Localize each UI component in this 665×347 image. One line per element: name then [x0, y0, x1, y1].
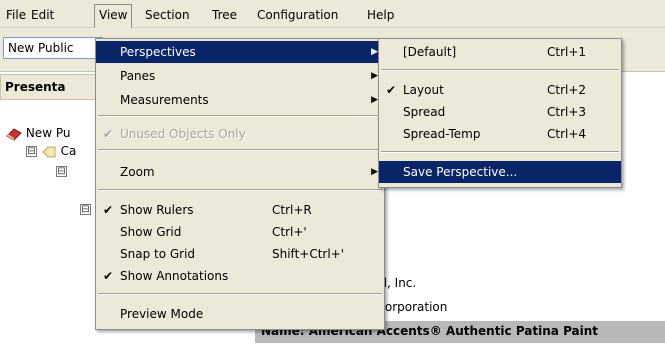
menu-item-show-rulers[interactable]: ✔ Show Rulers Ctrl+R: [96, 199, 384, 221]
tree-row-sub[interactable]: ⊟: [56, 162, 67, 180]
menu-item-spread[interactable]: Spread Ctrl+3: [379, 101, 621, 123]
menu-edit[interactable]: Edit: [27, 6, 58, 24]
menu-item-show-annotations[interactable]: ✔ Show Annotations: [96, 265, 384, 287]
check-icon: ✔: [386, 83, 397, 97]
submenu-arrow-icon: ▶: [371, 47, 378, 57]
menu-item-panes[interactable]: Panes ▶: [96, 65, 384, 87]
check-icon: ✔: [103, 269, 114, 283]
menu-item-layout[interactable]: ✔ Layout Ctrl+2: [379, 79, 621, 101]
menu-item-show-grid[interactable]: Show Grid Ctrl+': [96, 221, 384, 243]
eraser-icon: [6, 127, 22, 141]
panel-header: Presenta: [0, 74, 110, 100]
menu-item-save-perspective[interactable]: Save Perspective...: [379, 161, 621, 183]
tree-row-subsub[interactable]: ⊟: [80, 200, 91, 218]
menu-item-unused-objects[interactable]: ✔ Unused Objects Only: [96, 123, 384, 145]
tag-icon: [41, 145, 57, 159]
menu-section[interactable]: Section: [141, 6, 194, 24]
menu-separator: [381, 69, 619, 71]
menu-item-zoom[interactable]: Zoom ▶: [96, 161, 384, 183]
tree-label-category: Ca: [60, 144, 77, 158]
submenu-arrow-icon: ▶: [371, 71, 378, 81]
collapse-icon[interactable]: ⊟: [26, 146, 37, 157]
collapse-icon[interactable]: ⊟: [80, 204, 91, 215]
menu-item-default[interactable]: [Default] Ctrl+1: [379, 41, 621, 63]
submenu-arrow-icon: ▶: [371, 95, 378, 105]
menu-configuration[interactable]: Configuration: [253, 6, 342, 24]
submenu-arrow-icon: ▶: [371, 167, 378, 177]
menu-bar: File Edit View Section Tree Configuratio…: [0, 0, 665, 28]
menu-file[interactable]: File: [2, 6, 30, 24]
check-icon: ✔: [103, 127, 114, 141]
menu-tree[interactable]: Tree: [208, 6, 241, 24]
publication-field[interactable]: New Public: [3, 37, 103, 59]
menu-separator: [98, 293, 382, 295]
perspectives-submenu: [Default] Ctrl+1 ✔ Layout Ctrl+2 Spread …: [378, 38, 622, 188]
menu-item-snap-to-grid[interactable]: Snap to Grid Shift+Ctrl+': [96, 243, 384, 265]
menu-separator: [98, 189, 382, 191]
tree-row-root[interactable]: New Pu: [6, 124, 70, 142]
menu-separator: [381, 151, 619, 153]
menu-item-preview-mode[interactable]: Preview Mode: [96, 303, 384, 325]
check-icon: ✔: [103, 203, 114, 217]
menu-view[interactable]: View: [94, 4, 133, 28]
menu-separator: [98, 149, 382, 151]
menu-item-spread-temp[interactable]: Spread-Temp Ctrl+4: [379, 123, 621, 145]
menu-separator: [98, 115, 382, 117]
collapse-icon[interactable]: ⊟: [56, 166, 67, 177]
menu-help[interactable]: Help: [363, 6, 398, 24]
view-menu: Perspectives ▶ Panes ▶ Measurements ▶ ✔ …: [95, 38, 385, 330]
tree-row-category[interactable]: ⊟ Ca: [26, 142, 76, 160]
tree-label-root: New Pu: [25, 126, 71, 140]
menu-item-measurements[interactable]: Measurements ▶: [96, 89, 384, 111]
menu-item-perspectives[interactable]: Perspectives ▶: [96, 41, 384, 63]
